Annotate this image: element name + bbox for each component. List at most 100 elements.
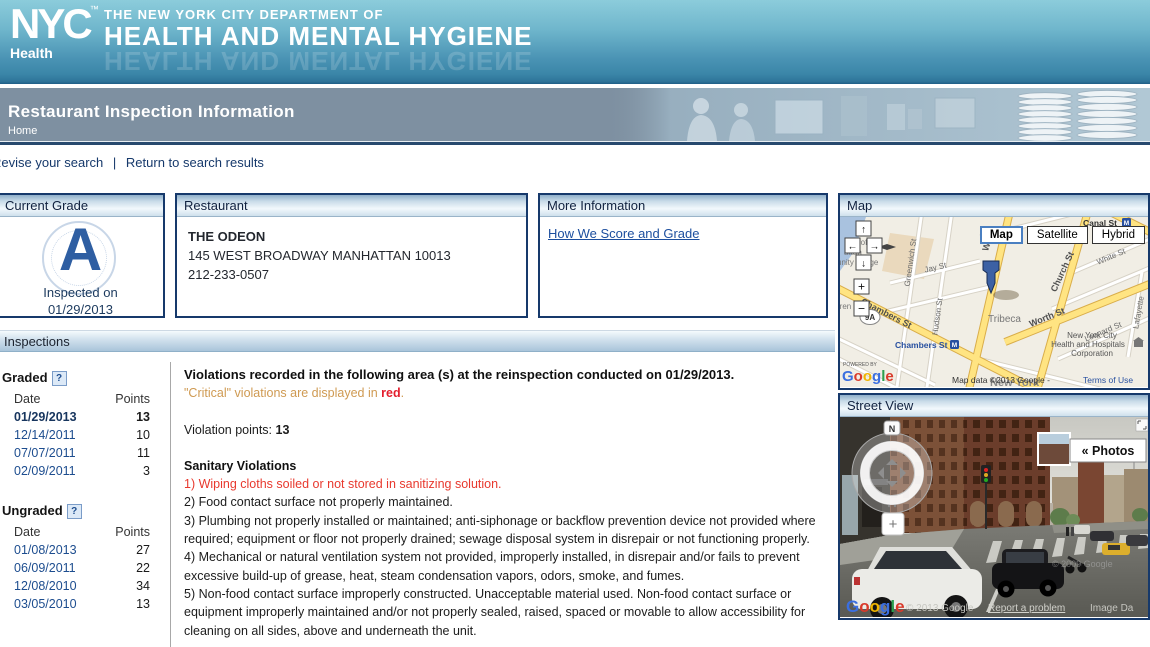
inspection-date-link[interactable]: 01/29/2013 xyxy=(14,408,77,426)
department-line2-reflection: HEALTH AND MENTAL HYGIENE xyxy=(104,47,532,75)
revise-search-link[interactable]: Revise your search xyxy=(0,155,103,170)
inspection-row: 01/29/2013 13 xyxy=(2,408,170,426)
nyc-health-logo[interactable]: NYC™ Health xyxy=(10,4,99,61)
vertical-divider xyxy=(170,362,171,647)
ungraded-table: 01/08/20132706/09/20112212/08/20103403/0… xyxy=(2,541,170,613)
zoom-out-icon: − xyxy=(858,302,865,316)
street-view-canvas[interactable]: N + « Photos © 2009 Google xyxy=(840,417,1148,617)
svg-text:M: M xyxy=(952,342,957,349)
department-line1: THE NEW YORK CITY DEPARTMENT OF xyxy=(104,7,532,22)
inspections-section-header: Inspections xyxy=(0,330,835,352)
inspection-date-link[interactable]: 12/08/2010 xyxy=(14,577,77,595)
google-logo[interactable]: Google xyxy=(846,597,905,616)
violation-item: 4) Mechanical or natural ventilation sys… xyxy=(184,548,834,585)
violation-points: Violation points: 13 xyxy=(184,421,834,439)
svg-text:Health and Hospitals: Health and Hospitals xyxy=(1051,340,1125,349)
inspection-points: 10 xyxy=(136,426,150,444)
inspection-points: 3 xyxy=(143,462,150,480)
svg-text:Corporation: Corporation xyxy=(1071,349,1113,358)
violation-item: 3) Plumbing not properly installed or ma… xyxy=(184,512,834,549)
street-view-zoom-in-button[interactable]: + xyxy=(882,513,904,535)
page-title: Restaurant Inspection Information xyxy=(8,102,295,122)
restaurant-phone: 212-233-0507 xyxy=(188,265,515,284)
pan-up-icon: ↑ xyxy=(861,225,866,236)
inspection-row: 06/09/2011 22 xyxy=(2,559,170,577)
svg-text:Image Da: Image Da xyxy=(1090,603,1134,614)
inspection-row: 12/08/2010 34 xyxy=(2,577,170,595)
street-view-panel: Street View xyxy=(838,393,1150,620)
health-logo-text: Health xyxy=(10,45,99,61)
hybrid-button[interactable]: Hybrid xyxy=(1092,226,1145,244)
breadcrumb-links: Revise your search | Return to search re… xyxy=(0,155,264,170)
svg-text:Map data ©2013 Google -: Map data ©2013 Google - xyxy=(952,375,1050,385)
inspection-date-link[interactable]: 02/09/2011 xyxy=(14,462,76,480)
nyc-logo-text: NYC xyxy=(10,0,90,47)
grade-letter: A xyxy=(0,217,163,283)
inspection-history: Graded? DatePoints 01/29/20131312/14/201… xyxy=(2,364,170,613)
svg-text:unity: unity xyxy=(840,258,854,267)
violation-item: 5) Non-food contact surface improperly c… xyxy=(184,585,834,640)
section-banner: Restaurant Inspection Information Home xyxy=(0,88,1150,141)
violations-detail: Violations recorded in the following are… xyxy=(184,366,834,640)
restaurant-header: Restaurant xyxy=(177,195,526,217)
how-we-score-link[interactable]: How We Score and Grade xyxy=(548,226,700,241)
map-button[interactable]: Map xyxy=(980,226,1023,244)
department-title: THE NEW YORK CITY DEPARTMENT OF HEALTH A… xyxy=(104,7,532,75)
map-header: Map xyxy=(840,195,1148,217)
restaurant-name: THE ODEON xyxy=(188,227,515,246)
pan-right-icon: → xyxy=(870,242,880,253)
divider-navy xyxy=(0,142,1150,145)
svg-text:Chambers St: Chambers St xyxy=(895,340,948,350)
inspection-row: 03/05/201013 xyxy=(2,595,170,613)
restaurant-panel: Restaurant THE ODEON 145 WEST BROADWAY M… xyxy=(175,193,528,318)
fullscreen-icon[interactable] xyxy=(1136,419,1148,431)
svg-text:N: N xyxy=(889,424,896,434)
ungraded-help-icon[interactable]: ? xyxy=(67,504,82,519)
trademark: ™ xyxy=(90,4,99,14)
masthead: NYC™ Health THE NEW YORK CITY DEPARTMENT… xyxy=(0,0,1150,84)
violations-list: 1) Wiping cloths soiled or not stored in… xyxy=(184,475,834,640)
google-logo[interactable]: Google xyxy=(842,368,894,385)
svg-text:+: + xyxy=(889,516,898,533)
map-panel: Map xyxy=(838,193,1150,390)
current-grade-header: Current Grade xyxy=(0,195,163,217)
return-results-link[interactable]: Return to search results xyxy=(126,155,264,170)
inspection-date-link[interactable]: 01/08/2013 xyxy=(14,541,77,559)
inspection-row: 07/07/2011 11 xyxy=(2,444,170,462)
terms-of-use-link[interactable]: Terms of Use xyxy=(1083,375,1133,385)
inspection-row: 12/14/2011 10 xyxy=(2,426,170,444)
inspection-date-link[interactable]: 06/09/2011 xyxy=(14,559,76,577)
map-type-buttons: Map Satellite Hybrid xyxy=(976,226,1145,244)
street-view-header: Street View xyxy=(840,395,1148,417)
ungraded-title: Ungraded? xyxy=(2,503,170,519)
satellite-button[interactable]: Satellite xyxy=(1027,226,1088,244)
inspection-points: 11 xyxy=(137,444,150,462)
kitchen-photo xyxy=(605,88,1150,141)
svg-text:Tribeca: Tribeca xyxy=(988,314,1021,325)
inspection-date-link[interactable]: 07/07/2011 xyxy=(14,444,76,462)
pan-left-icon: ← xyxy=(848,242,858,253)
ungraded-column-headers: DatePoints xyxy=(2,523,170,541)
inspection-points: 22 xyxy=(136,559,150,577)
pan-down-icon: ↓ xyxy=(861,259,866,270)
map-canvas[interactable]: Greenwich St Hudson St Jay St White St L… xyxy=(840,217,1148,387)
inspection-points: 13 xyxy=(136,408,150,426)
inspection-row: 02/09/2011 3 xyxy=(2,462,170,480)
graded-help-icon[interactable]: ? xyxy=(52,371,67,386)
inspection-points: 34 xyxy=(136,577,150,595)
svg-text:rren: rren xyxy=(840,302,851,311)
svg-text:© 2013 Google: © 2013 Google xyxy=(906,603,974,614)
sanitary-violations-title: Sanitary Violations xyxy=(184,457,834,475)
graded-column-headers: DatePoints xyxy=(2,390,170,408)
home-link[interactable]: Home xyxy=(8,125,37,137)
report-a-problem-link[interactable]: Report a problem xyxy=(988,603,1065,614)
graded-title: Graded? xyxy=(2,370,170,386)
link-separator: | xyxy=(113,155,116,170)
inspection-date-link[interactable]: 12/14/2011 xyxy=(14,426,76,444)
inspected-on-label: Inspected on 01/29/2013 xyxy=(0,284,163,318)
street-view-watermark: © 2009 Google xyxy=(1052,559,1113,569)
critical-note: "Critical" violations are displayed in r… xyxy=(184,384,834,402)
inspection-row: 01/08/2013 27 xyxy=(2,541,170,559)
inspection-points: 27 xyxy=(136,541,150,559)
inspection-date-link[interactable]: 03/05/2010 xyxy=(14,595,77,613)
